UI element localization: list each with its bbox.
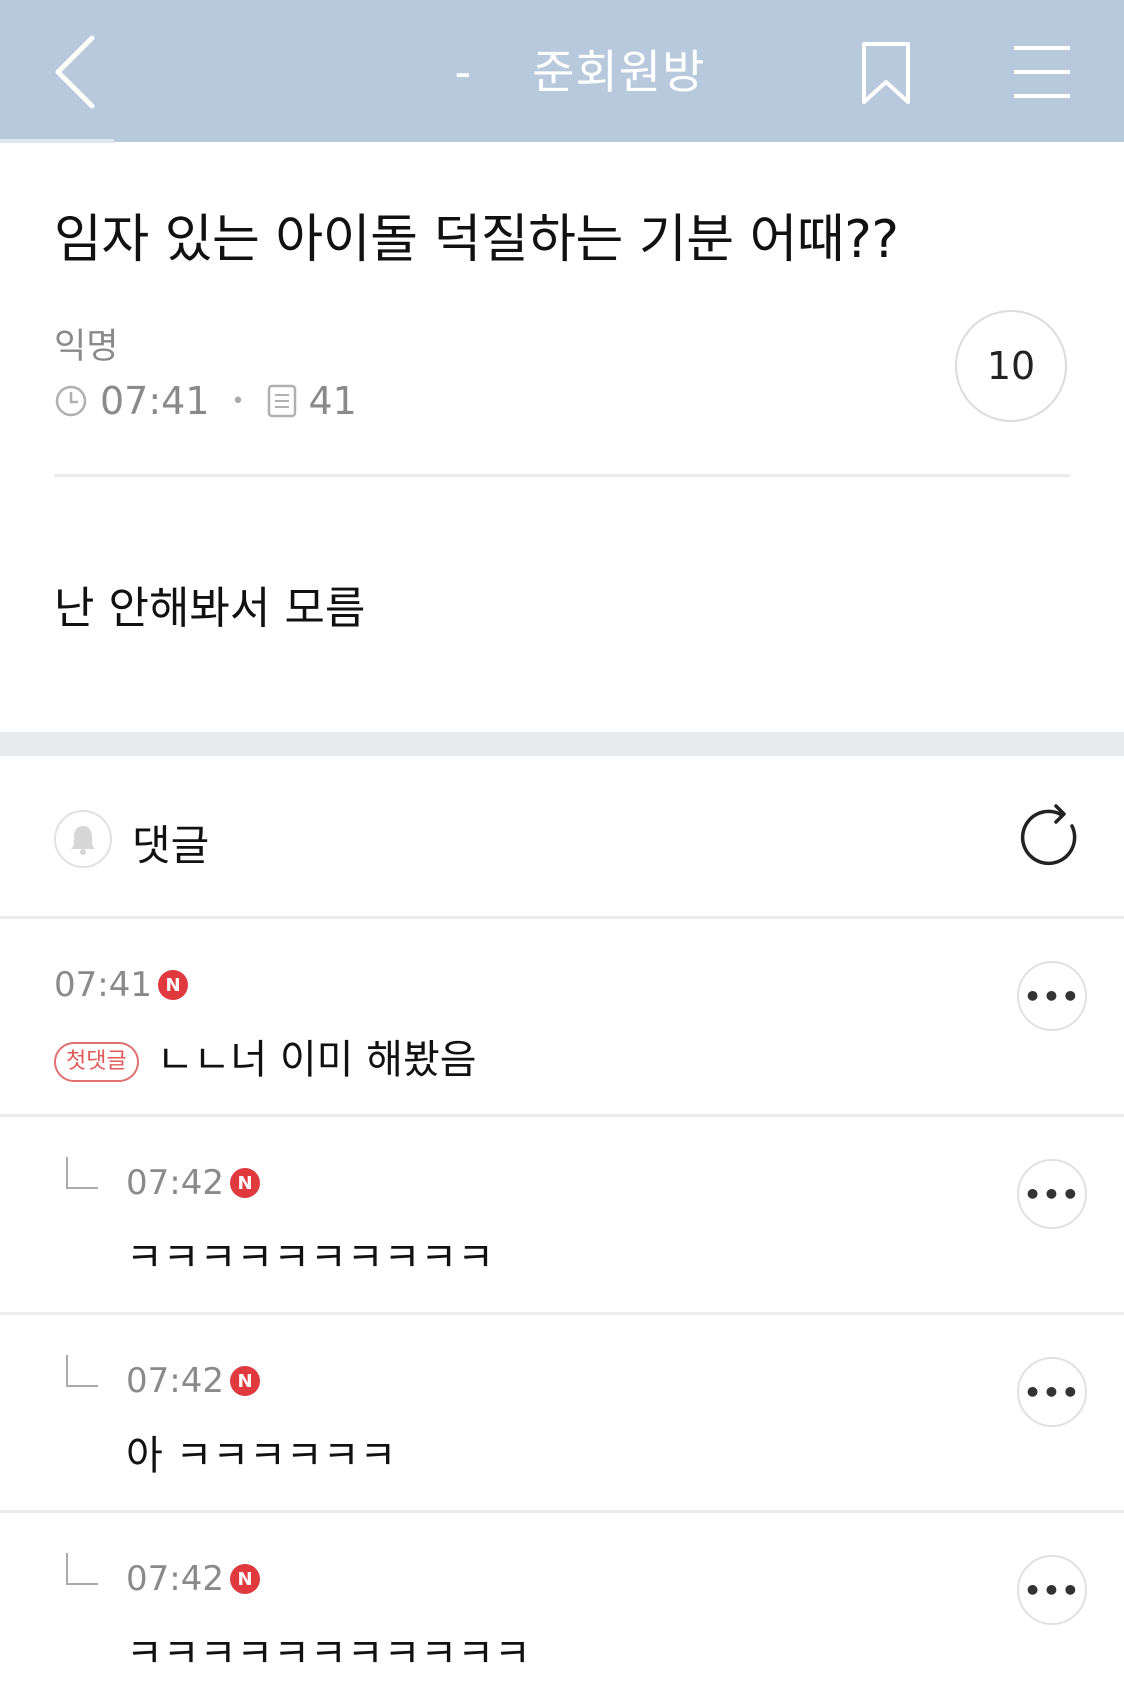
comment-text: 아 ㅋㅋㅋㅋㅋㅋ <box>126 1433 397 1479</box>
comment-count-badge[interactable]: 10 <box>955 310 1067 422</box>
post-title: 임자 있는 아이돌 덕질하는 기분 어때?? <box>54 210 899 270</box>
refresh-icon <box>1020 804 1077 866</box>
reply-item: 07:42 N ㅋㅋㅋㅋㅋㅋㅋㅋㅋㅋㅋ ••• <box>0 1513 1124 1692</box>
post-meta: 07:41 • 41 <box>54 376 357 426</box>
first-comment-badge: 첫댓글 <box>54 1042 139 1082</box>
chevron-left-icon <box>55 35 95 109</box>
back-button[interactable] <box>50 34 110 110</box>
hamburger-menu-icon <box>1014 46 1070 98</box>
comment-more-button[interactable]: ••• <box>1017 1159 1087 1229</box>
comment-more-button[interactable]: ••• <box>1017 1555 1087 1625</box>
comment-time-row: 07:42 N <box>126 1163 260 1203</box>
menu-button[interactable] <box>1012 44 1072 100</box>
new-badge: N <box>229 1366 260 1396</box>
comment-time-row: 07:42 N <box>126 1559 260 1599</box>
top-bar: - 준회원방 <box>0 0 1124 143</box>
comment-more-button[interactable]: ••• <box>1017 1357 1087 1427</box>
meta-separator: • <box>231 388 245 414</box>
read-progress-bar <box>0 139 114 143</box>
post-author: 익명 <box>54 327 119 367</box>
clock-icon <box>55 385 87 417</box>
reply-item: 07:42 N ㅋㅋㅋㅋㅋㅋㅋㅋㅋㅋ ••• <box>0 1117 1124 1312</box>
refresh-button[interactable] <box>1020 804 1084 872</box>
comment-text-row: 첫댓글 ㄴㄴ너 이미 해봤음 <box>54 1027 477 1085</box>
bookmark-button[interactable] <box>860 40 912 106</box>
comment-time: 07:42 <box>126 1559 224 1599</box>
section-divider <box>0 732 1124 756</box>
board-title: - 준회원방 <box>380 40 780 104</box>
comment-item: 07:41 N 첫댓글 ㄴㄴ너 이미 해봤음 ••• <box>0 919 1124 1114</box>
post-views: 41 <box>308 379 357 423</box>
reply-arrow-icon <box>66 1355 98 1387</box>
reply-item: 07:42 N 아 ㅋㅋㅋㅋㅋㅋ ••• <box>0 1315 1124 1510</box>
comment-more-button[interactable]: ••• <box>1017 961 1087 1031</box>
post-body: 난 안해봐서 모름 <box>54 583 366 634</box>
notification-button[interactable] <box>54 810 112 868</box>
comment-time: 07:41 <box>54 965 152 1005</box>
document-icon <box>267 384 296 418</box>
comment-time: 07:42 <box>126 1361 224 1401</box>
new-badge: N <box>229 1168 260 1198</box>
divider <box>54 474 1070 477</box>
comment-time-row: 07:42 N <box>126 1361 260 1401</box>
comment-text: ㄴㄴ너 이미 해봤음 <box>156 1037 477 1083</box>
comments-header: 댓글 <box>0 756 1124 916</box>
board-name: 준회원방 <box>532 45 706 99</box>
reply-arrow-icon <box>66 1553 98 1585</box>
comment-time-row: 07:41 N <box>54 965 188 1005</box>
new-badge: N <box>157 970 188 1000</box>
post-time: 07:41 <box>100 379 210 423</box>
new-badge: N <box>229 1564 260 1594</box>
comment-text: ㅋㅋㅋㅋㅋㅋㅋㅋㅋㅋㅋ <box>126 1631 531 1677</box>
bookmark-icon <box>862 42 910 104</box>
comment-time: 07:42 <box>126 1163 224 1203</box>
comments-label: 댓글 <box>132 821 210 870</box>
comment-text: ㅋㅋㅋㅋㅋㅋㅋㅋㅋㅋ <box>126 1235 494 1281</box>
reply-arrow-icon <box>66 1157 98 1189</box>
board-title-prefix: - <box>454 45 473 99</box>
bell-icon <box>71 826 95 855</box>
